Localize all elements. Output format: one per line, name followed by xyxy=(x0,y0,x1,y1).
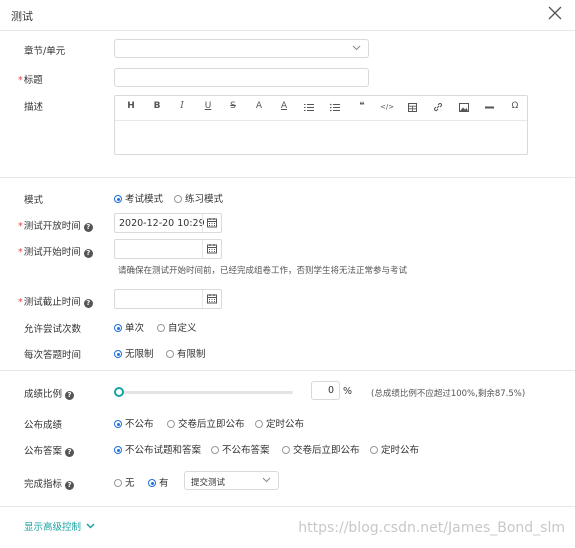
calendar-icon[interactable] xyxy=(202,240,221,258)
publish-score-scheduled-radio[interactable]: 定时公布 xyxy=(255,416,304,430)
publish-score-none-radio[interactable]: 不公布 xyxy=(114,416,154,430)
heading-icon[interactable]: H xyxy=(124,101,138,111)
section-divider xyxy=(0,177,575,178)
help-icon[interactable]: ? xyxy=(83,299,93,308)
quote-icon[interactable]: ❝ xyxy=(355,101,369,111)
watermark: https://blog.csdn.net/James_Bond_slm xyxy=(298,520,565,536)
ordered-list-icon[interactable] xyxy=(304,103,314,112)
answer-time-limited-radio[interactable]: 有限制 xyxy=(166,346,206,360)
help-icon[interactable]: ? xyxy=(83,223,93,232)
end-time-label: *测试截止时间? xyxy=(18,294,93,308)
bold-icon[interactable]: B xyxy=(150,101,164,111)
attempts-label: 允许尝试次数 xyxy=(24,324,82,335)
help-icon[interactable]: ? xyxy=(65,391,75,400)
editor-toolbar: H B I U S A A ❝ </> Ω xyxy=(115,96,527,121)
underline-icon[interactable]: U xyxy=(201,101,215,111)
unordered-list-icon[interactable] xyxy=(330,103,340,112)
start-time-label: *测试开始时间? xyxy=(18,244,93,258)
publish-answer-none-radio[interactable]: 不公布试题和答案 xyxy=(114,442,201,456)
chevron-down-icon xyxy=(352,45,361,51)
title-label: *标题 xyxy=(18,75,43,86)
mode-practice-radio[interactable]: 练习模式 xyxy=(174,191,223,205)
help-icon[interactable]: ? xyxy=(83,249,93,258)
score-ratio-hint: (总成绩比例不应超过100%,剩余87.5%) xyxy=(371,389,526,399)
answer-time-unlimited-radio[interactable]: 无限制 xyxy=(114,346,154,360)
chevron-down-icon xyxy=(262,477,271,483)
link-icon[interactable] xyxy=(433,102,443,112)
section-divider xyxy=(0,370,575,371)
score-ratio-slider-handle[interactable] xyxy=(114,387,124,397)
title-input[interactable] xyxy=(114,68,369,87)
open-time-label: *测试开放时间? xyxy=(18,218,93,232)
show-advanced-link[interactable]: 显示高级控制 xyxy=(24,519,95,533)
calendar-icon[interactable] xyxy=(202,214,221,232)
attempts-single-radio[interactable]: 单次 xyxy=(114,320,144,334)
table-icon[interactable] xyxy=(408,103,417,112)
open-time-picker[interactable]: 2020-12-20 10:29 xyxy=(114,213,222,233)
font-color-icon[interactable]: A xyxy=(252,101,266,111)
completion-none-radio[interactable]: 无 xyxy=(114,475,135,489)
completion-yes-radio[interactable]: 有 xyxy=(148,475,169,489)
score-ratio-slider-track[interactable] xyxy=(119,391,293,394)
mode-label: 模式 xyxy=(24,195,44,206)
publish-answer-hide-radio[interactable]: 不公布答案 xyxy=(211,442,270,456)
code-icon[interactable]: </> xyxy=(380,103,394,111)
publish-answer-label: 公布答案? xyxy=(24,443,75,457)
start-time-picker[interactable] xyxy=(114,239,222,259)
percent-unit: % xyxy=(343,386,353,397)
strikethrough-icon[interactable]: S xyxy=(226,101,240,111)
start-time-hint: 请确保在测试开始时间前，已经完成组卷工作，否则学生将无法正常参与考试 xyxy=(118,266,408,276)
attempts-custom-radio[interactable]: 自定义 xyxy=(157,320,197,334)
help-icon[interactable]: ? xyxy=(65,481,75,490)
background-color-icon[interactable]: A xyxy=(277,101,291,111)
score-ratio-input[interactable]: 0 xyxy=(311,381,340,400)
close-icon[interactable] xyxy=(548,6,562,20)
description-editor[interactable]: H B I U S A A ❝ </> Ω xyxy=(114,95,528,155)
completion-select[interactable]: 提交测试 xyxy=(184,471,279,490)
publish-score-label: 公布成绩 xyxy=(24,420,63,431)
dialog-header: 测试 xyxy=(0,0,575,31)
score-ratio-label: 成绩比例? xyxy=(24,386,75,400)
completion-label: 完成指标? xyxy=(24,476,75,490)
horizontal-rule-icon[interactable] xyxy=(485,106,494,109)
chapter-label: 章节/单元 xyxy=(24,46,66,57)
section-divider xyxy=(0,506,575,507)
italic-icon[interactable]: I xyxy=(175,101,189,111)
special-char-icon[interactable]: Ω xyxy=(508,101,522,111)
calendar-icon[interactable] xyxy=(202,290,221,308)
chapter-select[interactable] xyxy=(114,39,369,58)
dialog-title: 测试 xyxy=(11,10,33,23)
answer-time-label: 每次答题时间 xyxy=(24,350,82,361)
chevron-down-icon xyxy=(86,523,95,529)
publish-answer-immediate-radio[interactable]: 交卷后立即公布 xyxy=(282,442,360,456)
publish-score-immediate-radio[interactable]: 交卷后立即公布 xyxy=(167,416,245,430)
mode-exam-radio[interactable]: 考试模式 xyxy=(114,191,163,205)
end-time-picker[interactable] xyxy=(114,289,222,309)
description-label: 描述 xyxy=(24,102,44,113)
publish-answer-scheduled-radio[interactable]: 定时公布 xyxy=(370,442,419,456)
image-icon[interactable] xyxy=(459,103,469,112)
help-icon[interactable]: ? xyxy=(65,448,75,457)
